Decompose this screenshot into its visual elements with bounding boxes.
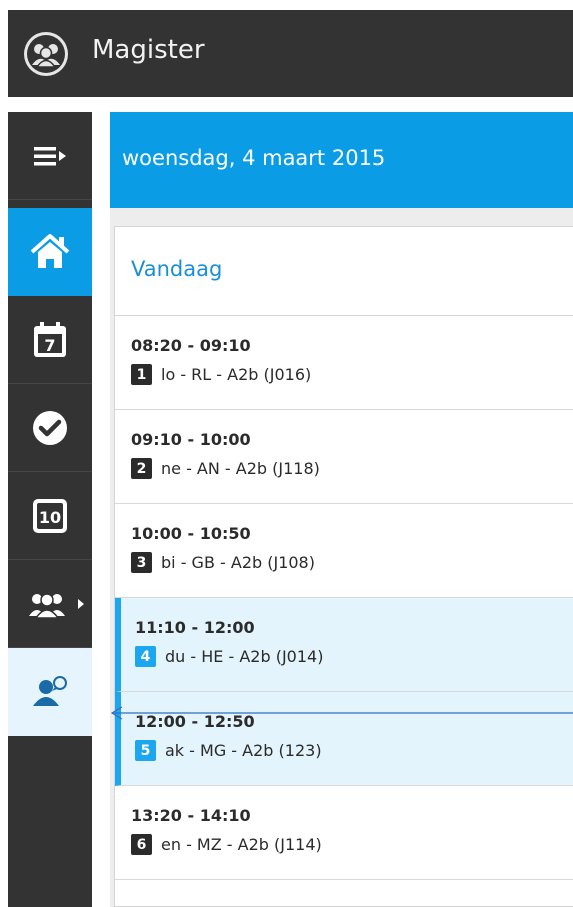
current-date: woensdag, 4 maart 2015 [122,146,386,170]
sidebar-item-grades[interactable]: 10 [8,472,92,560]
date-header: woensdag, 4 maart 2015 [110,112,573,208]
lesson-description: bi - GB - A2b (J108) [161,553,315,572]
lesson-number: 3 [131,552,152,573]
app-header: Magister [8,10,573,97]
sidebar-item-tasks[interactable] [8,384,92,472]
users-icon [29,592,65,619]
lesson-description: lo - RL - A2b (J016) [161,365,312,384]
grade-icon: 10 [33,498,67,533]
sidebar-item-home[interactable] [8,208,92,296]
lesson-item-current[interactable]: 11:10 - 12:00 4 du - HE - A2b (J014) [115,598,573,692]
lesson-description: en - MZ - A2b (J114) [161,835,322,854]
lesson-item[interactable]: 13:20 - 14:10 6 en - MZ - A2b (J114) [115,786,573,880]
lesson-time: 09:10 - 10:00 [131,430,251,449]
lesson-number: 1 [131,364,152,385]
lesson-number: 6 [131,834,152,855]
lesson-description: du - HE - A2b (J014) [165,647,324,666]
expand-arrow-icon [78,598,84,609]
lesson-item[interactable]: 09:10 - 10:00 2 ne - AN - A2b (J118) [115,410,573,504]
sidebar-item-agenda[interactable]: 7 [8,296,92,384]
lesson-number: 2 [131,458,152,479]
calendar-day-label: 7 [44,336,55,355]
lesson-time: 08:20 - 09:10 [131,336,251,355]
sidebar-item-groups[interactable] [8,560,92,648]
main-content: woensdag, 4 maart 2015 Vandaag 08:20 - 0… [110,112,573,907]
user-chat-icon [33,676,67,706]
lesson-description: ne - AN - A2b (J118) [161,459,320,478]
annotation-arrow-icon [110,706,573,720]
calendar-icon: 7 [34,321,66,357]
today-panel: Vandaag 08:20 - 09:10 1 lo - RL - A2b (J… [114,226,573,907]
lesson-description: ak - MG - A2b (123) [165,741,322,760]
sidebar-item-contact[interactable] [8,648,92,736]
grade-label: 10 [39,508,61,527]
sidebar-item-menu-toggle[interactable] [8,112,92,200]
lesson-item[interactable]: 08:20 - 09:10 1 lo - RL - A2b (J016) [115,316,573,410]
lesson-number: 4 [135,646,156,667]
app-title: Magister [92,35,205,65]
lesson-number: 5 [135,740,156,761]
lesson-time: 13:20 - 14:10 [131,806,251,825]
home-icon [30,234,70,268]
lesson-time: 10:00 - 10:50 [131,524,251,543]
sidebar: 7 10 [8,112,92,907]
users-circle-icon[interactable] [24,32,68,76]
lesson-item[interactable]: 10:00 - 10:50 3 bi - GB - A2b (J108) [115,504,573,598]
panel-title[interactable]: Vandaag [131,257,222,281]
check-circle-icon [33,410,67,445]
lesson-time: 11:10 - 12:00 [135,618,255,637]
menu-expand-icon [34,146,66,165]
